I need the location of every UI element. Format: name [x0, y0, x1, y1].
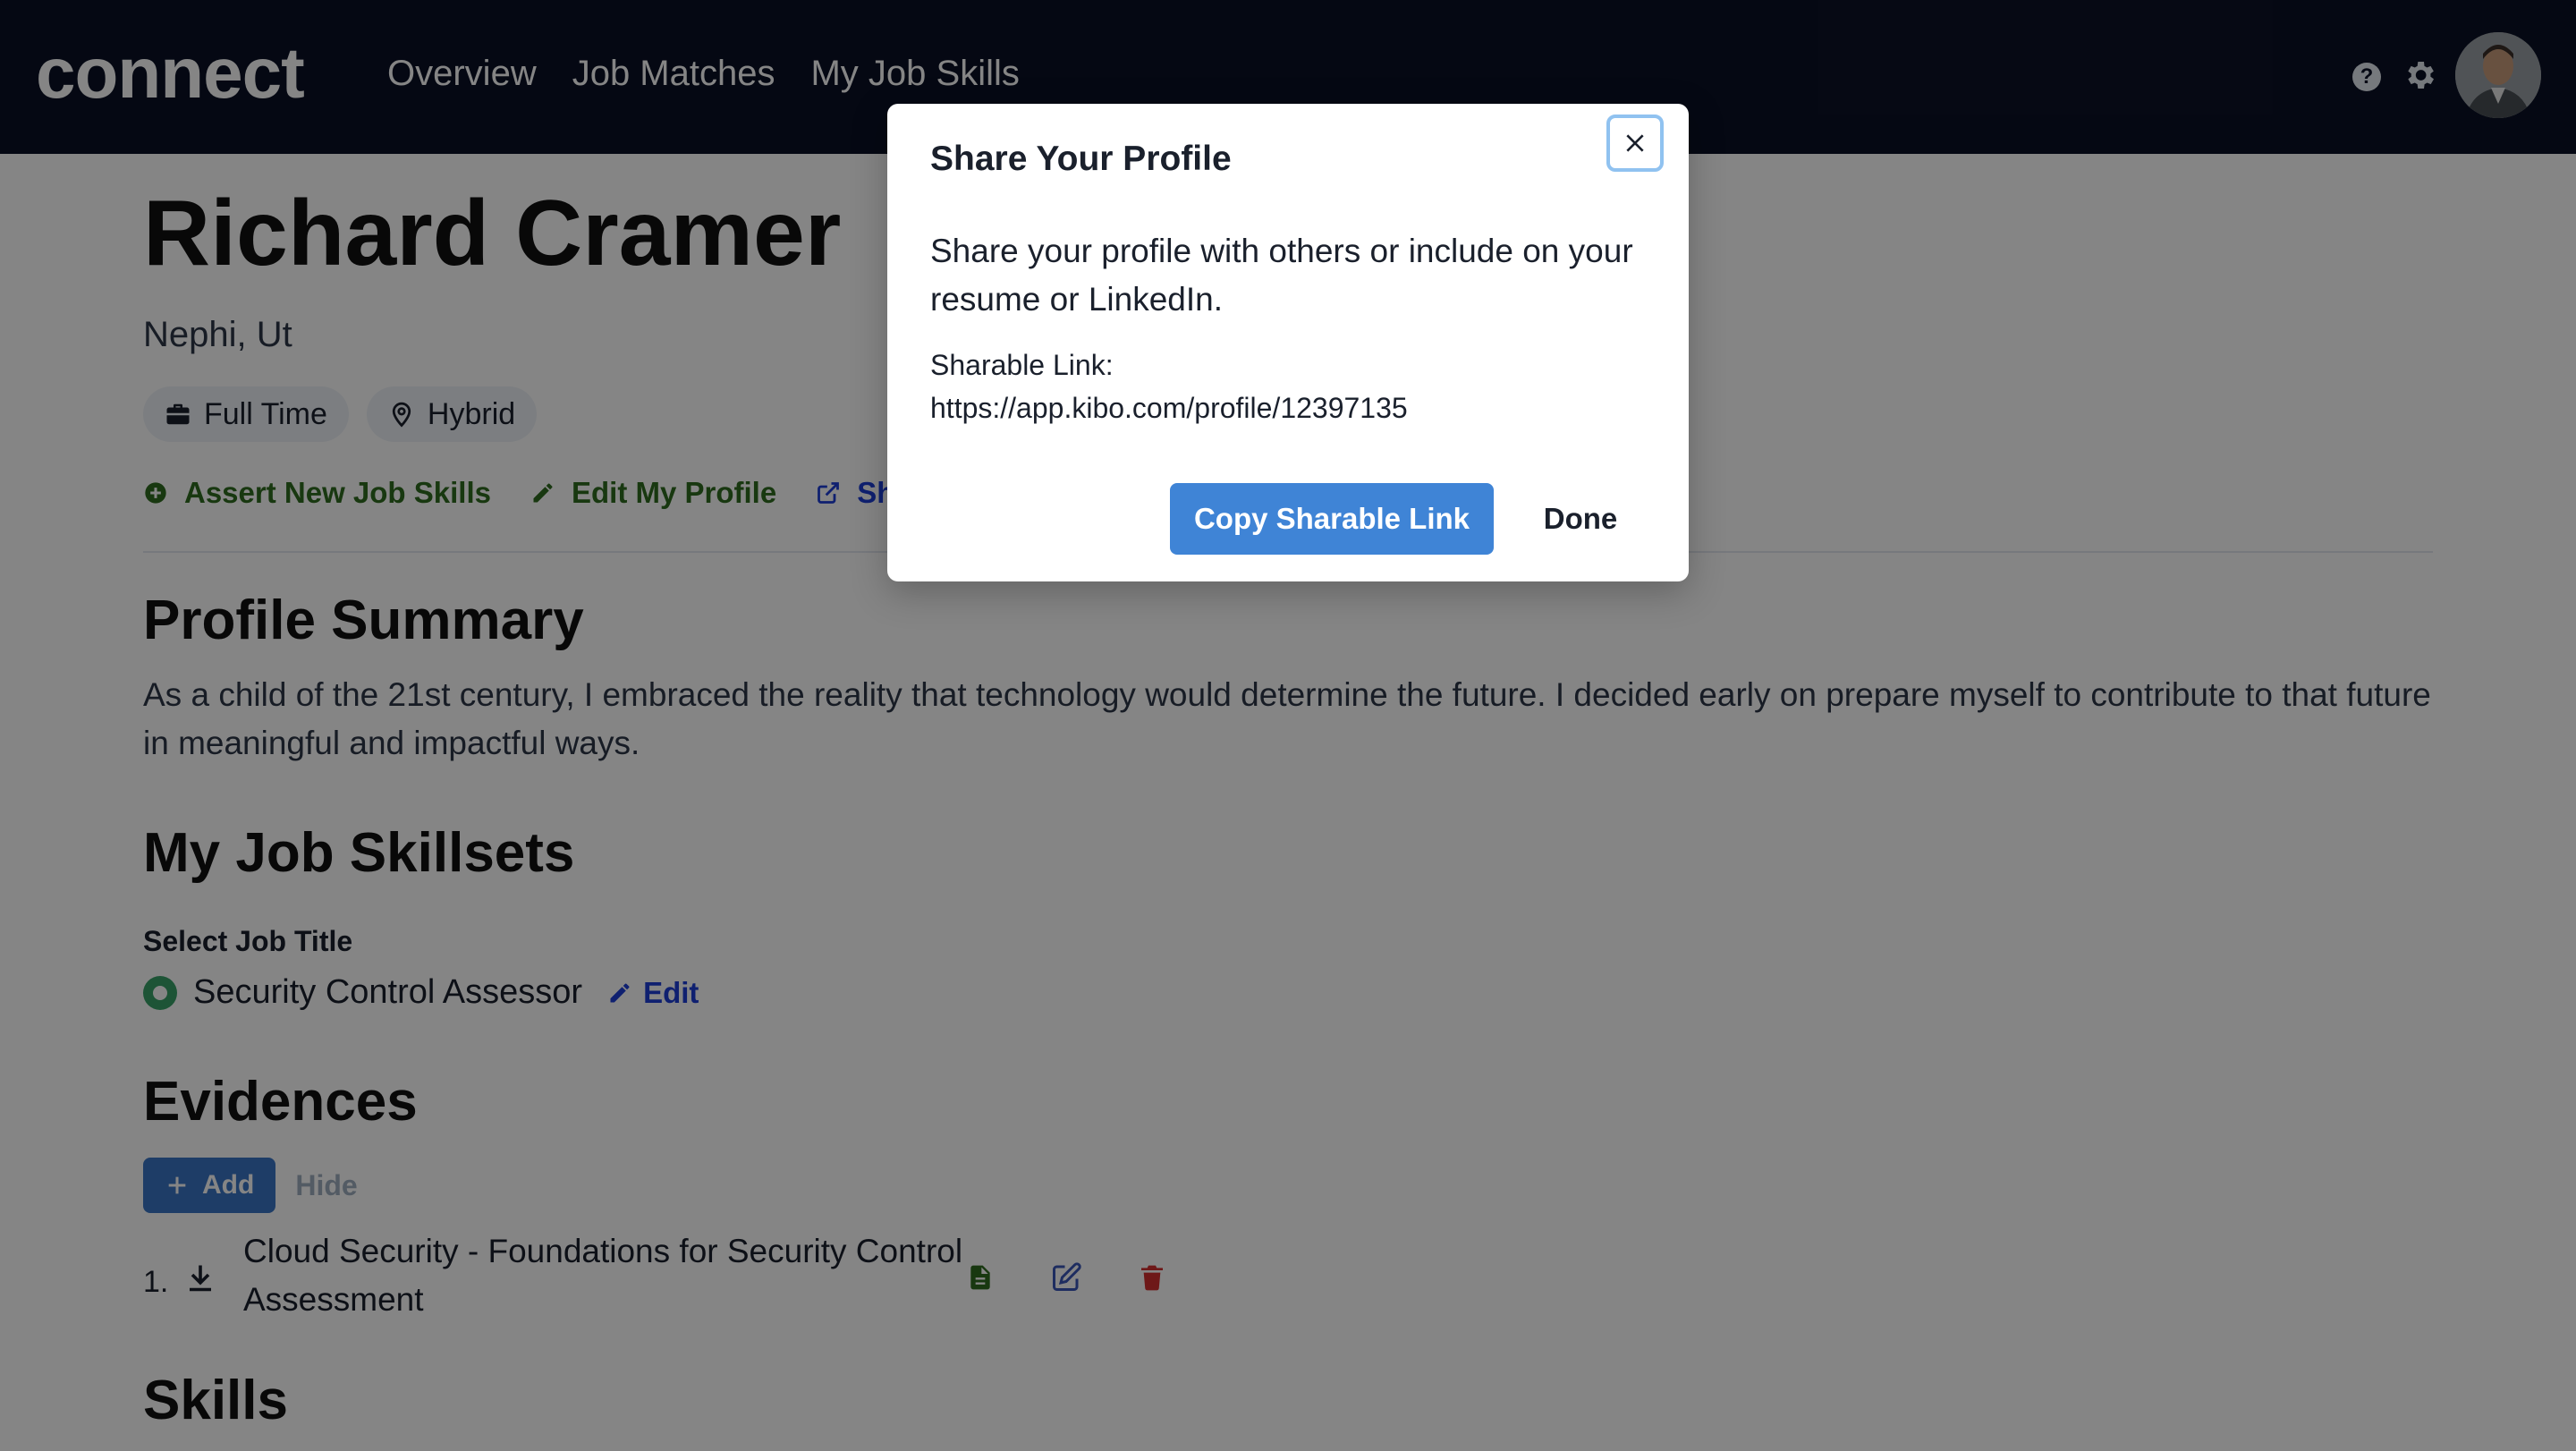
sharable-link-url[interactable]: https://app.kibo.com/profile/12397135: [930, 392, 1408, 425]
close-icon: [1626, 134, 1644, 152]
done-button[interactable]: Done: [1513, 483, 1648, 555]
sharable-link-label: Sharable Link:: [930, 349, 1114, 381]
dialog-description: Share your profile with others or includ…: [930, 233, 1633, 318]
close-dialog-button[interactable]: [1606, 115, 1664, 172]
copy-sharable-link-button[interactable]: Copy Sharable Link: [1170, 483, 1494, 555]
dialog-title: Share Your Profile: [930, 140, 1232, 178]
share-profile-dialog: Share Your Profile Share your profile wi…: [887, 104, 1689, 581]
